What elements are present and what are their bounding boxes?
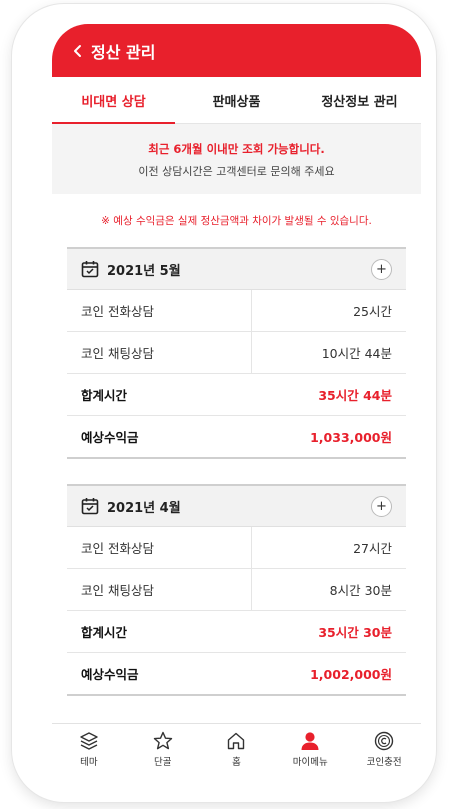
person-icon xyxy=(301,732,319,750)
phone-frame: 정산 관리 비대면 상담 판매상품 정산정보 관리 최근 6개월 이내만 조회 … xyxy=(12,4,436,802)
nav-label: 홈 xyxy=(232,757,241,768)
home-icon xyxy=(228,732,245,750)
expected-earnings-value: 1,033,000원 xyxy=(310,430,392,445)
nav-label: 테마 xyxy=(80,757,98,768)
tab-bar: 비대면 상담 판매상품 정산정보 관리 xyxy=(52,77,421,124)
expand-button[interactable]: + xyxy=(371,495,392,517)
notice-primary-text: 최근 6개월 이내만 조회 가능합니다. xyxy=(148,142,325,156)
table-row: 예상수익금 1,033,000원 xyxy=(67,416,406,459)
app-header: 정산 관리 xyxy=(52,24,421,77)
month-title: 2021년 4월 xyxy=(107,500,181,516)
phone-consult-value: 25시간 xyxy=(353,304,392,319)
table-row: 코인 전화상담 27시간 xyxy=(67,527,406,569)
nav-label: 마이메뉴 xyxy=(292,757,328,768)
table-row: 예상수익금 1,002,000원 xyxy=(67,653,406,696)
total-time-value: 35시간 30분 xyxy=(318,625,392,640)
month-section: 2021년 5월 + 코인 전화상담 25시간 코인 채팅상담 10시간 44분… xyxy=(67,247,406,459)
tab-contactless-consult[interactable]: 비대면 상담 xyxy=(52,77,175,124)
coin-icon xyxy=(374,731,394,751)
screen: 정산 관리 비대면 상담 판매상품 정산정보 관리 최근 6개월 이내만 조회 … xyxy=(52,24,421,779)
phone-consult-value: 27시간 xyxy=(353,541,392,556)
bottom-navigation: 테마 단골 홈 마이메뉴 코인충전 xyxy=(52,723,421,779)
table-row: 코인 채팅상담 10시간 44분 xyxy=(67,332,406,374)
month-title: 2021년 5월 xyxy=(107,263,181,279)
total-time-value: 35시간 44분 xyxy=(318,388,392,403)
nav-item-home[interactable]: 홈 xyxy=(200,724,274,779)
tab-settlement-info[interactable]: 정산정보 관리 xyxy=(298,77,421,123)
phone-consult-label: 코인 전화상담 xyxy=(67,290,252,331)
nav-item-coin-charge[interactable]: 코인충전 xyxy=(347,724,421,779)
notice-box: 최근 6개월 이내만 조회 가능합니다. 이전 상담시간은 고객센터로 문의해 … xyxy=(52,124,421,194)
nav-item-my-menu[interactable]: 마이메뉴 xyxy=(273,724,347,779)
month-header: 2021년 5월 + xyxy=(67,247,406,290)
table-row: 합계시간 35시간 30분 xyxy=(67,611,406,653)
expand-button[interactable]: + xyxy=(371,258,392,280)
calendar-icon xyxy=(81,261,99,278)
total-time-label: 합계시간 xyxy=(81,625,128,640)
table-row: 코인 전화상담 25시간 xyxy=(67,290,406,332)
back-arrow-icon[interactable] xyxy=(63,36,93,66)
calendar-icon xyxy=(81,498,99,515)
nav-label: 코인충전 xyxy=(366,757,402,768)
expected-earnings-label: 예상수익금 xyxy=(81,667,139,682)
tab-sales-products[interactable]: 판매상품 xyxy=(175,77,298,123)
star-icon xyxy=(153,731,172,750)
table-row: 코인 채팅상담 8시간 30분 xyxy=(67,569,406,611)
month-header: 2021년 4월 + xyxy=(67,484,406,527)
month-section: 2021년 4월 + 코인 전화상담 27시간 코인 채팅상담 8시간 30분 … xyxy=(67,484,406,696)
nav-label: 단골 xyxy=(153,757,172,768)
nav-item-favorites[interactable]: 단골 xyxy=(126,724,200,779)
expected-earnings-value: 1,002,000원 xyxy=(310,667,392,682)
total-time-label: 합계시간 xyxy=(81,388,128,403)
chat-consult-label: 코인 채팅상담 xyxy=(67,569,252,610)
chat-consult-value: 8시간 30분 xyxy=(329,583,392,598)
nav-item-theme[interactable]: 테마 xyxy=(52,724,126,779)
chat-consult-label: 코인 채팅상담 xyxy=(67,332,252,373)
expected-earnings-label: 예상수익금 xyxy=(81,430,139,445)
table-row: 합계시간 35시간 44분 xyxy=(67,374,406,416)
layers-icon xyxy=(80,732,98,750)
chat-consult-value: 10시간 44분 xyxy=(321,346,392,361)
earnings-warning: ※ 예상 수익금은 실제 정산금액과 차이가 발생될 수 있습니다. xyxy=(101,215,372,227)
notice-secondary-text: 이전 상담시간은 고객센터로 문의해 주세요 xyxy=(138,165,335,178)
page-title: 정산 관리 xyxy=(91,42,156,62)
phone-consult-label: 코인 전화상담 xyxy=(67,527,252,568)
